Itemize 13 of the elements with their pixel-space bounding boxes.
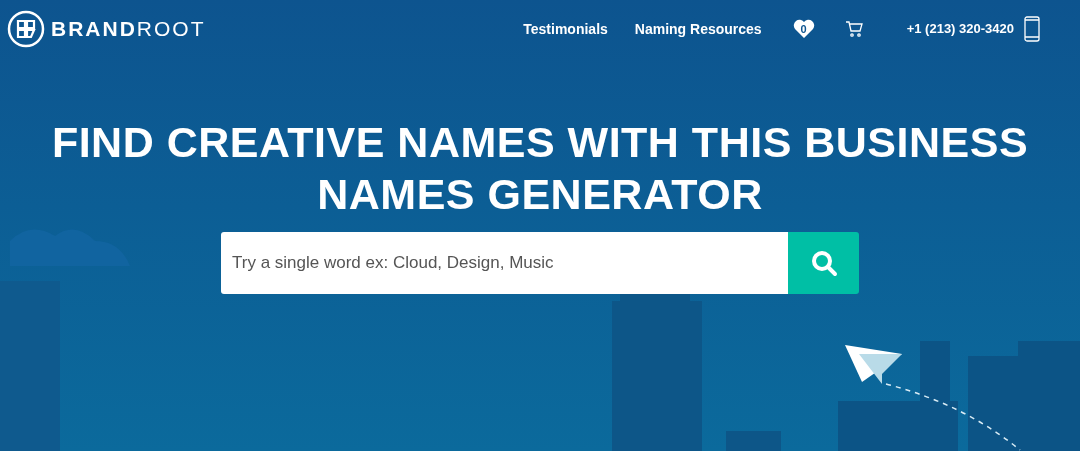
favorites-button[interactable]: 0: [792, 19, 815, 39]
logo-icon: [7, 10, 45, 48]
nav-link[interactable]: Naming Resources: [634, 18, 762, 40]
favorites-count: 0: [800, 21, 807, 37]
phone-icon[interactable]: [1024, 16, 1040, 42]
heart-icon: [792, 19, 815, 39]
brand-name: BRANDROOT: [51, 16, 206, 43]
search-field[interactable]: Try a single word ex: Cloud, Design, Music: [221, 232, 788, 294]
hero-title: FIND CREATIVE NAMES WITH THIS BUSINESS NAMES GENERATOR: [50, 117, 1030, 220]
nav-link[interactable]: Testimonials: [523, 18, 608, 40]
search-icon: [809, 249, 838, 277]
cart-icon[interactable]: [844, 21, 863, 37]
phone-number: +1 (213) 320-3420: [906, 20, 1014, 39]
